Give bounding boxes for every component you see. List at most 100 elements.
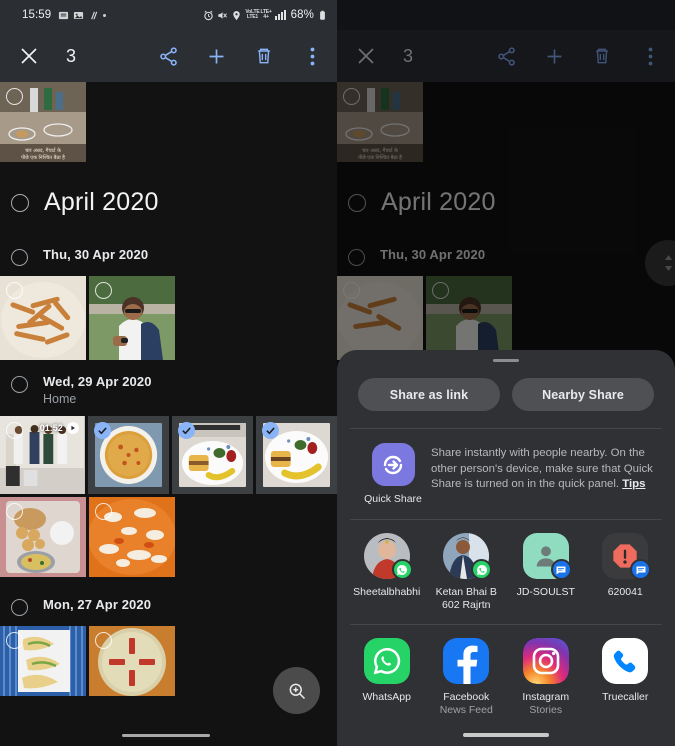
quick-share-description: Share instantly with people nearby. On t… (431, 443, 657, 493)
whatsapp-icon (363, 638, 410, 684)
quick-share-label: Quick Share (364, 493, 422, 505)
selected-count-label: 3 (66, 45, 77, 66)
app-subtitle: News Feed (439, 704, 493, 716)
dot-icon (103, 13, 107, 17)
image-icon (73, 10, 84, 21)
share-icon[interactable] (155, 43, 181, 69)
truecaller-icon (602, 638, 649, 684)
photo-grid-behind-sheet: चार अन्नद, गैंचार्ट के पीछे एक निश्चित ब… (337, 82, 675, 746)
selection-circle[interactable] (6, 503, 23, 520)
contact-item[interactable]: Sheetalbhabhi (347, 533, 427, 612)
selection-circle[interactable] (95, 282, 112, 299)
gesture-nav-bar[interactable] (337, 724, 675, 746)
signal-bars-icon (274, 10, 286, 20)
status-bar-dimmed (337, 0, 675, 30)
date-label: Mon, 27 Apr 2020 (43, 597, 152, 612)
right-screen: 3 Share as link Nearby Share Quick Share… (337, 0, 675, 746)
photo-thumbnail-selected[interactable] (87, 416, 169, 494)
selection-circle-checked[interactable] (261, 422, 279, 439)
date-header[interactable]: Wed, 29 Apr 2020 Home (0, 360, 337, 416)
selection-circle-checked[interactable] (177, 422, 195, 439)
app-item[interactable]: Truecaller (586, 638, 666, 717)
photo-thumbnail-selected[interactable] (255, 416, 337, 494)
add-icon[interactable] (203, 43, 229, 69)
contact-item[interactable]: JD-SOULST (506, 533, 586, 612)
date-header[interactable]: Mon, 27 Apr 2020 (0, 577, 337, 626)
selection-circle[interactable] (95, 503, 112, 520)
photo-thumbnail[interactable] (89, 626, 175, 696)
photo-thumbnail[interactable] (0, 497, 86, 577)
location-icon (231, 10, 242, 21)
date-label: Wed, 29 Apr 2020 (43, 374, 152, 389)
mute-slash-icon (88, 10, 99, 21)
photo-thumbnail[interactable] (89, 276, 175, 360)
photo-thumbnail[interactable] (0, 276, 86, 360)
date-header[interactable]: Thu, 30 Apr 2020 (0, 233, 337, 276)
date-select-circle[interactable] (11, 249, 28, 266)
tips-link[interactable]: Tips (622, 478, 645, 490)
whatsapp-icon (391, 559, 413, 580)
svg-text:पीछे एक निश्चित बैठा है: पीछे एक निश्चित बैठा है (21, 154, 65, 161)
photo-thumbnail[interactable] (89, 497, 175, 577)
message-icon (58, 10, 69, 21)
svg-text:चार अन्नद, गैंचार्ट के: चार अन्नद, गैंचार्ट के (25, 147, 61, 154)
selection-circle-checked[interactable] (93, 422, 111, 439)
photo-row (0, 276, 337, 360)
apps-row: WhatsApp Facebook News Feed Instagram St… (337, 625, 675, 723)
contact-name: Ketan Bhai B 602 Rajrtn (435, 586, 497, 611)
action-bar-icons (493, 43, 663, 69)
more-options-icon[interactable] (299, 43, 325, 69)
date-select-circle[interactable] (11, 599, 28, 616)
quick-share-description-text: Share instantly with people nearby. On t… (431, 447, 653, 490)
contact-name: JD-SOULST (516, 586, 575, 598)
selected-count-label: 3 (403, 45, 414, 66)
place-label: Home (43, 392, 77, 406)
selection-circle[interactable] (6, 422, 23, 439)
month-label: April 2020 (44, 188, 159, 216)
close-selection-button[interactable] (349, 39, 383, 73)
nearby-share-button[interactable]: Nearby Share (512, 378, 654, 411)
quick-share-section[interactable]: Quick Share Share instantly with people … (337, 429, 675, 519)
app-name: WhatsApp (362, 691, 411, 703)
selection-circle[interactable] (95, 632, 112, 649)
month-select-circle[interactable] (11, 193, 29, 212)
photo-thumbnail[interactable] (0, 626, 86, 696)
delete-icon[interactable] (589, 43, 615, 69)
selection-action-bar-dimmed: 3 (337, 30, 675, 82)
photo-thumbnail-selected[interactable] (171, 416, 253, 494)
add-icon[interactable] (541, 43, 567, 69)
contact-item[interactable]: Ketan Bhai B 602 Rajrtn (427, 533, 507, 612)
quick-share-icon[interactable] (371, 443, 415, 486)
video-thumbnail[interactable]: 01:52 (0, 416, 85, 494)
delete-icon[interactable] (251, 43, 277, 69)
app-name: Instagram (522, 691, 570, 703)
date-select-circle[interactable] (11, 376, 28, 393)
share-sheet: Share as link Nearby Share Quick Share S… (337, 350, 675, 746)
left-screen: 15:59 VoLTE LTE1 LTE+ 4+ 68% 3 चार अन्नद… (0, 0, 337, 746)
month-header[interactable]: April 2020 (0, 162, 337, 233)
app-subtitle: Stories (529, 704, 563, 716)
whatsapp-icon (471, 559, 493, 580)
photo-thumbnail[interactable]: चार अन्नद, गैंचार्ट के पीछे एक निश्चित ब… (0, 82, 86, 162)
status-bar: 15:59 VoLTE LTE1 LTE+ 4+ 68% (0, 0, 337, 30)
app-item[interactable]: Instagram Stories (506, 638, 586, 717)
share-icon[interactable] (493, 43, 519, 69)
play-icon (66, 422, 79, 434)
app-name: Truecaller (602, 691, 649, 703)
app-item[interactable]: Facebook News Feed (427, 638, 507, 717)
selection-circle[interactable] (6, 88, 23, 105)
contact-item[interactable]: 620041 (586, 533, 666, 612)
video-duration-badge: 01:52 (40, 422, 79, 434)
selection-action-bar: 3 (0, 30, 337, 82)
clock: 15:59 (22, 9, 52, 21)
horizontal-scrollbar[interactable] (122, 733, 210, 737)
more-options-icon[interactable] (637, 43, 663, 69)
photo-row (0, 497, 337, 577)
photo-grid[interactable]: चार अन्नद, गैंचार्ट के पीछे एक निश्चित ब… (0, 82, 337, 746)
selection-circle[interactable] (6, 282, 23, 299)
app-item[interactable]: WhatsApp (347, 638, 427, 717)
zoom-in-fab[interactable] (273, 667, 320, 714)
share-as-link-button[interactable]: Share as link (358, 378, 500, 411)
close-selection-button[interactable] (12, 39, 46, 73)
selection-circle[interactable] (6, 632, 23, 649)
